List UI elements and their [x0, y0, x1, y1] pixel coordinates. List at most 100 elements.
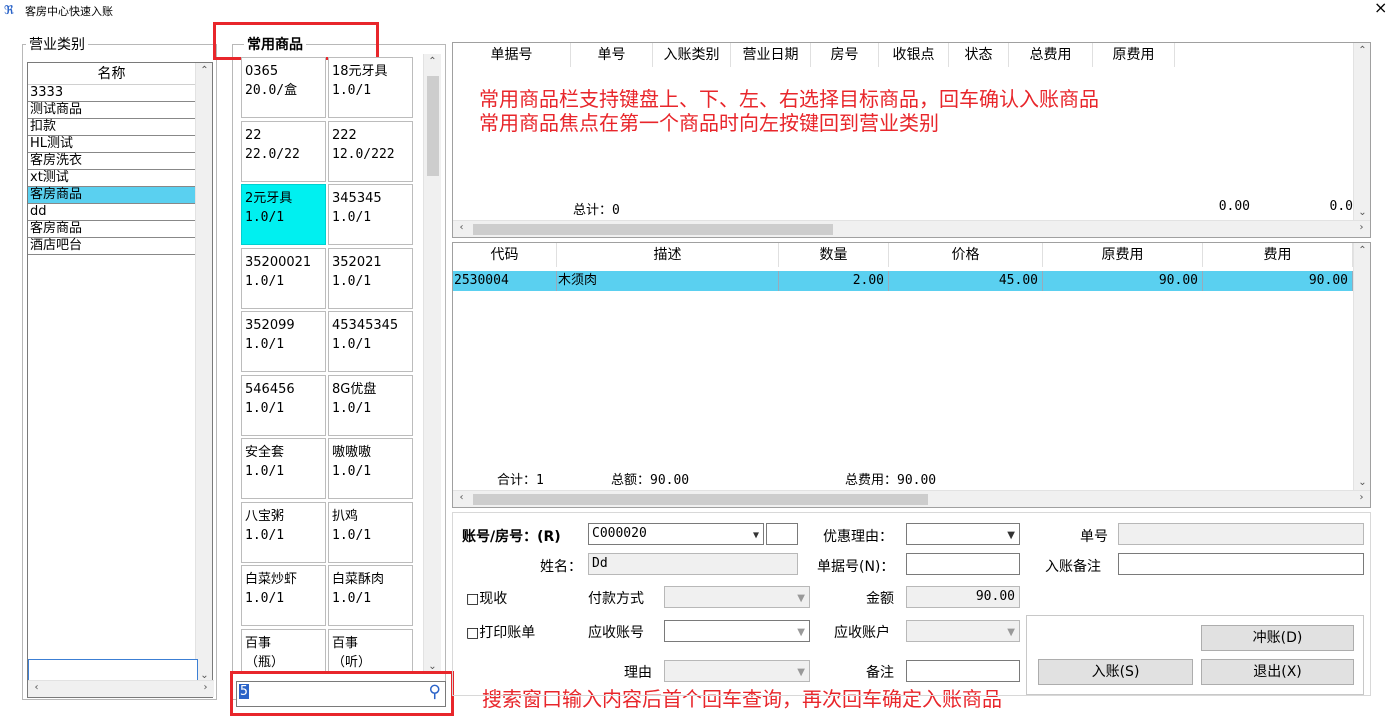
scroll-up-icon[interactable]: ⌃ — [1354, 245, 1371, 256]
scroll-right-icon[interactable]: › — [197, 682, 214, 693]
goods-tile[interactable]: 白菜炒虾 1.0/1 — [241, 565, 326, 626]
reverse-button[interactable]: 冲账(D) — [1201, 625, 1354, 651]
amount-field[interactable]: 90.00 — [906, 586, 1020, 608]
detail-scroll-thumb[interactable] — [473, 494, 928, 505]
exit-button[interactable]: 退出(X) — [1201, 659, 1354, 685]
scroll-right-icon[interactable]: › — [1353, 492, 1370, 503]
goods-tile[interactable]: 352021 1.0/1 — [328, 247, 413, 309]
detail-column-header[interactable]: 数量 — [779, 243, 889, 267]
bills-scroll-thumb[interactable] — [473, 224, 833, 235]
chevron-down-icon[interactable]: ▼ — [1007, 623, 1015, 641]
search-box[interactable]: 5 ⚲ — [236, 681, 446, 707]
category-item[interactable]: 客房商品 — [28, 187, 195, 204]
bills-column-header[interactable]: 单号 — [571, 43, 653, 67]
recv-acct-select[interactable]: ▼ — [664, 620, 810, 642]
scroll-down-icon[interactable]: ⌄ — [1354, 207, 1371, 218]
scroll-right-icon[interactable]: › — [1353, 222, 1370, 233]
category-list[interactable]: 名称 3333 测试商品 扣款 HL测试 客房洗衣 xt测试 客房商品 dd 客房商品 酒店吧台 … — [27, 62, 214, 698]
account-extra-field[interactable] — [766, 523, 798, 545]
chevron-down-icon[interactable]: ▼ — [797, 589, 805, 607]
pay-method-select[interactable]: ▼ — [664, 586, 810, 608]
name-field[interactable]: Dd — [588, 553, 798, 575]
goods-tile[interactable]: 352099 1.0/1 — [241, 311, 326, 372]
bills-grid[interactable]: 单据号 单号 入账类别 营业日期 房号 收银点 状态 总费用 原费用 常用商品栏支持键盘上、下、… — [452, 42, 1371, 238]
tiles-vscroll[interactable]: ⌃ ⌄ — [423, 54, 441, 674]
goods-tile[interactable]: 546456 1.0/1 — [241, 374, 326, 436]
bills-column-header[interactable]: 原费用 — [1093, 43, 1175, 67]
goods-tile[interactable]: 22 22.0/22 — [241, 120, 326, 182]
cash-checkbox[interactable]: □现收 — [466, 588, 507, 608]
scroll-up-icon[interactable]: ⌃ — [196, 65, 213, 76]
goods-tile[interactable]: 百事 （瓶） — [241, 628, 326, 674]
reason-select[interactable]: ▼ — [664, 660, 810, 682]
category-item[interactable]: 测试商品 — [28, 102, 195, 119]
tiles-scroll-thumb[interactable] — [427, 76, 439, 176]
remark-field[interactable] — [1118, 553, 1364, 575]
detail-column-header[interactable]: 费用 — [1203, 243, 1353, 267]
detail-row[interactable]: 2530004 木须肉 2.00 45.00 90.00 90.00 — [453, 271, 1353, 291]
detail-vscroll[interactable]: ⌃ ⌄ — [1353, 243, 1370, 490]
bills-column-header[interactable]: 房号 — [811, 43, 879, 67]
bills-column-header[interactable]: 单据号 — [453, 43, 571, 67]
chevron-down-icon[interactable]: ▼ — [797, 623, 805, 641]
scroll-left-icon[interactable]: ‹ — [453, 222, 470, 233]
goods-tile[interactable]: 2元牙具 1.0/1 — [241, 184, 326, 245]
scroll-left-icon[interactable]: ‹ — [453, 492, 470, 503]
goods-tile[interactable]: 222 12.0/222 — [328, 120, 413, 182]
search-icon[interactable]: ⚲ — [429, 682, 441, 702]
bills-column-header[interactable]: 收银点 — [879, 43, 949, 67]
detail-column-header[interactable]: 价格 — [889, 243, 1043, 267]
goods-tile[interactable]: 嗷嗷嗷 1.0/1 — [328, 438, 413, 499]
category-hscroll[interactable]: ‹ › — [28, 680, 214, 697]
scroll-up-icon[interactable]: ⌃ — [424, 56, 441, 67]
goods-tile[interactable]: 白菜酥肉 1.0/1 — [328, 565, 413, 626]
detail-column-header[interactable]: 描述 — [557, 243, 779, 267]
chevron-down-icon[interactable]: ▼ — [753, 526, 759, 544]
category-item[interactable]: 酒店吧台 — [28, 238, 195, 255]
detail-column-header[interactable]: 代码 — [453, 243, 557, 267]
recv-user-select[interactable]: ▼ — [906, 620, 1020, 642]
order-field[interactable] — [1118, 523, 1364, 545]
scroll-left-icon[interactable]: ‹ — [28, 682, 45, 693]
bills-column-header[interactable]: 入账类别 — [653, 43, 731, 67]
search-input[interactable]: 5 — [239, 684, 249, 699]
post-button[interactable]: 入账(S) — [1038, 659, 1193, 685]
category-item[interactable]: HL测试 — [28, 136, 195, 153]
category-item[interactable]: 客房洗衣 — [28, 153, 195, 170]
goods-tile[interactable]: 35200021 1.0/1 — [241, 247, 326, 309]
bills-hscroll[interactable]: ‹ › — [453, 220, 1370, 237]
print-checkbox[interactable]: □打印账单 — [466, 622, 535, 642]
note-field[interactable] — [906, 660, 1020, 682]
category-item[interactable]: 扣款 — [28, 119, 195, 136]
discount-select[interactable]: ▼ — [906, 523, 1020, 545]
scroll-up-icon[interactable]: ⌃ — [1354, 45, 1371, 56]
goods-tile[interactable]: 扒鸡 1.0/1 — [328, 501, 413, 563]
category-filter-input[interactable] — [28, 659, 198, 681]
goods-tile[interactable]: 安全套 1.0/1 — [241, 438, 326, 499]
account-select[interactable]: C000020 ▼ — [588, 523, 764, 545]
goods-tile[interactable]: 0365 20.0/盒 — [241, 57, 326, 118]
goods-tile[interactable]: 百事 （听） — [328, 628, 413, 674]
goods-tile[interactable]: 345345 1.0/1 — [328, 184, 413, 245]
goods-tile[interactable]: 18元牙具 1.0/1 — [328, 57, 413, 118]
category-item[interactable]: 3333 — [28, 85, 195, 102]
bills-column-header[interactable]: 营业日期 — [731, 43, 811, 67]
category-item[interactable]: dd — [28, 204, 195, 221]
category-vscroll[interactable]: ⌃ ⌄ — [195, 63, 212, 683]
bills-column-header[interactable]: 状态 — [949, 43, 1009, 67]
category-item[interactable]: xt测试 — [28, 170, 195, 187]
goods-tile[interactable]: 45345345 1.0/1 — [328, 311, 413, 372]
bills-vscroll[interactable]: ⌃ ⌄ — [1353, 43, 1370, 220]
goods-tile[interactable]: 八宝粥 1.0/1 — [241, 501, 326, 563]
chevron-down-icon[interactable]: ▼ — [797, 663, 805, 681]
detail-hscroll[interactable]: ‹ › — [453, 490, 1370, 507]
bills-column-header[interactable]: 总费用 — [1009, 43, 1093, 67]
detail-column-header[interactable]: 原费用 — [1043, 243, 1203, 267]
bill-no-field[interactable] — [906, 553, 1020, 575]
goods-tile[interactable]: 8G优盘 1.0/1 — [328, 374, 413, 436]
category-item[interactable]: 客房商品 — [28, 221, 195, 238]
scroll-down-icon[interactable]: ⌄ — [1354, 477, 1371, 488]
detail-grid[interactable]: 代码 描述 数量 价格 原费用 费用 2530004 木须肉 2.00 45.00 90.00 90… — [452, 242, 1371, 508]
close-icon[interactable]: × — [1374, 0, 1387, 17]
chevron-down-icon[interactable]: ▼ — [1007, 526, 1015, 544]
